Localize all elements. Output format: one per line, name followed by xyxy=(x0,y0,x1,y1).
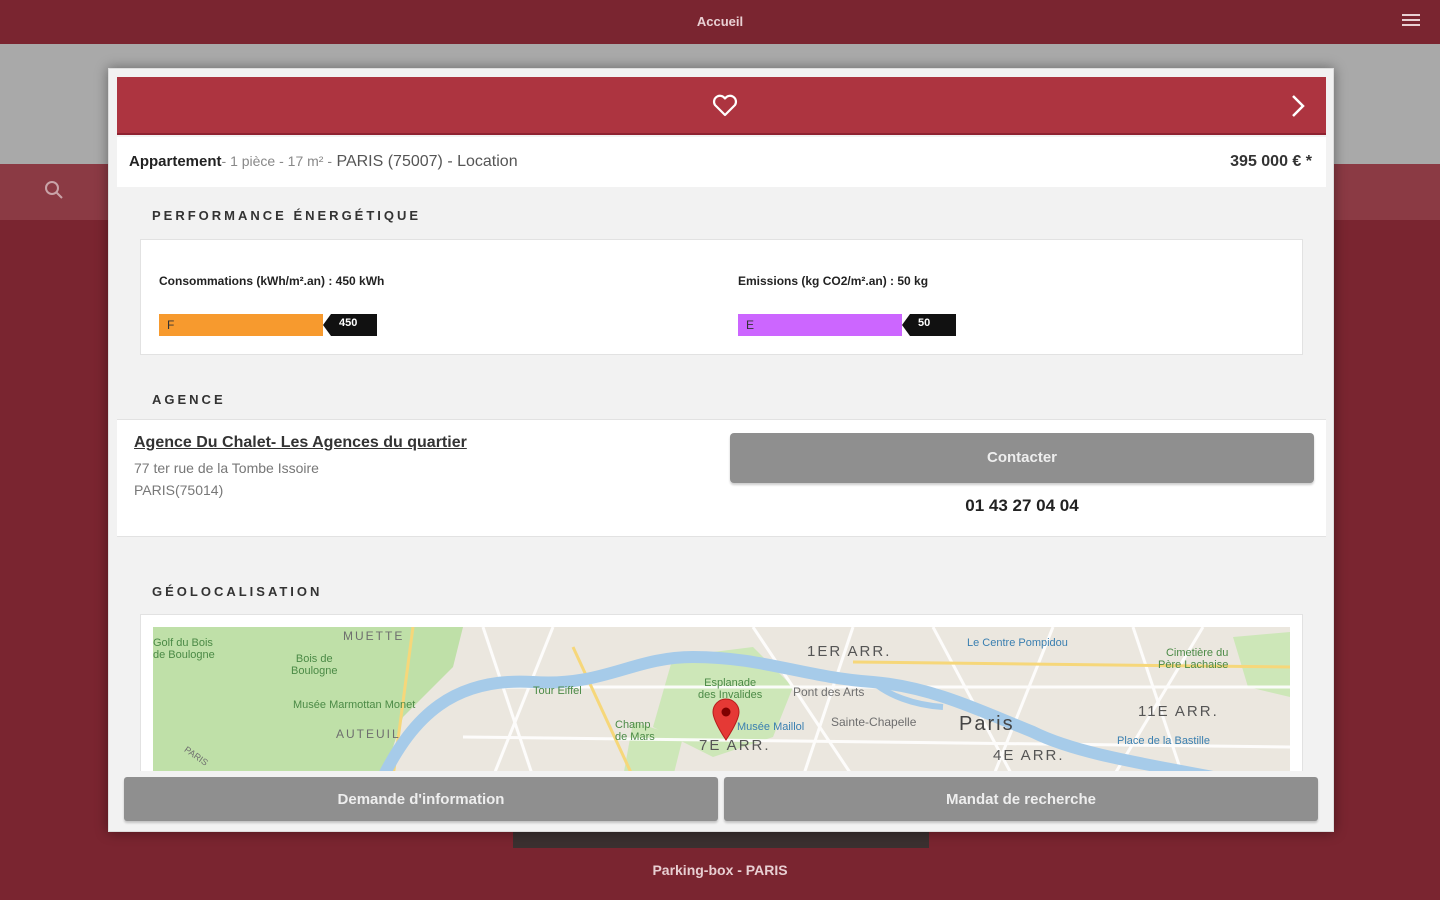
agency-address-city: PARIS(75014) xyxy=(134,482,224,498)
agency-address-street: 77 ter rue de la Tombe Issoire xyxy=(134,460,319,476)
consumption-label: Consommations (kWh/m².an) : 450 kWh xyxy=(159,274,385,288)
information-request-button[interactable]: Demande d'information xyxy=(124,777,718,821)
map-label-sainte-chapelle: Sainte-Chapelle xyxy=(831,715,917,729)
contact-button[interactable]: Contacter xyxy=(730,433,1314,483)
map-label-pompidou: Le Centre Pompidou xyxy=(967,637,1068,649)
search-icon[interactable] xyxy=(44,180,64,205)
consumption-class-bar: F xyxy=(159,314,323,336)
map-label-4e-arr: 4E ARR. xyxy=(993,747,1065,764)
map-label-pont-des-arts: Pont des Arts xyxy=(793,685,865,699)
property-price: 395 000 € * xyxy=(1230,153,1312,170)
property-location: PARIS (75007) - Location xyxy=(336,153,518,170)
listing-thumbnail xyxy=(513,832,929,848)
map-label-bastille: Place de la Bastille xyxy=(1117,735,1210,747)
property-detail-modal: Appartement- 1 pièce - 17 m² - PARIS (75… xyxy=(108,68,1334,832)
emissions-indicator: Emissions (kg CO2/m².an) : 50 kg E 50 xyxy=(738,274,956,336)
map-label-1er-arr: 1ER ARR. xyxy=(807,643,892,660)
energy-performance-box: Consommations (kWh/m².an) : 450 kWh F 45… xyxy=(140,239,1303,355)
modal-header xyxy=(117,77,1326,135)
agency-box: Agence Du Chalet- Les Agences du quartie… xyxy=(117,419,1326,537)
agency-phone[interactable]: 01 43 27 04 04 xyxy=(730,496,1314,516)
consumption-indicator: Consommations (kWh/m².an) : 450 kWh F 45… xyxy=(159,274,385,336)
map-label-marmottan: Musée Marmottan Monet xyxy=(293,699,416,711)
listing-summary: Appartement- 1 pièce - 17 m² - PARIS (75… xyxy=(117,137,1326,187)
map-label-lachaise: Cimetière du Père Lachaise xyxy=(1158,647,1229,671)
map-label-champ-de-mars: Champ de Mars xyxy=(615,719,655,743)
listing-caption[interactable]: Parking-box - PARIS xyxy=(0,862,1440,878)
app-header: Accueil xyxy=(0,0,1440,44)
heart-icon[interactable] xyxy=(711,94,739,118)
map-label-auteuil: AUTEUIL xyxy=(336,727,401,741)
agency-section-title: AGENCE xyxy=(152,392,226,407)
emissions-value-tag: 50 xyxy=(902,314,956,336)
energy-section-title: PERFORMANCE ÉNERGÉTIQUE xyxy=(152,208,422,223)
map-label-golf: Golf du Bois de Boulogne xyxy=(153,637,215,661)
emissions-class-bar: E xyxy=(738,314,902,336)
map-label-paris: Paris xyxy=(959,713,1015,735)
map-label-musee-maillol: Musée Maillol xyxy=(737,721,805,733)
map-pin-icon[interactable] xyxy=(711,697,741,746)
map-container: Golf du Bois de Boulogne Bois de Boulogn… xyxy=(140,614,1303,777)
map-label-muette: MUETTE xyxy=(343,629,405,643)
modal-footer: Demande d'information Mandat de recherch… xyxy=(109,771,1333,831)
property-details: - 1 pièce - 17 m² - xyxy=(221,153,332,169)
consumption-value-tag: 450 xyxy=(323,314,377,336)
map-label-tour-eiffel: Tour Eiffel xyxy=(533,685,582,697)
hamburger-menu-icon[interactable] xyxy=(1402,14,1420,28)
property-type: Appartement xyxy=(129,153,222,170)
chevron-right-icon[interactable] xyxy=(1288,94,1308,118)
map-label-bois: Bois de Boulogne xyxy=(291,653,338,677)
location-map[interactable]: Golf du Bois de Boulogne Bois de Boulogn… xyxy=(153,627,1290,777)
page-title: Accueil xyxy=(696,14,744,29)
map-label-11e-arr: 11E ARR. xyxy=(1138,703,1219,720)
search-mandate-button[interactable]: Mandat de recherche xyxy=(724,777,1318,821)
emissions-label: Emissions (kg CO2/m².an) : 50 kg xyxy=(738,274,929,288)
geolocation-section-title: GÉOLOCALISATION xyxy=(152,584,323,599)
agency-name-link[interactable]: Agence Du Chalet- Les Agences du quartie… xyxy=(134,434,467,452)
